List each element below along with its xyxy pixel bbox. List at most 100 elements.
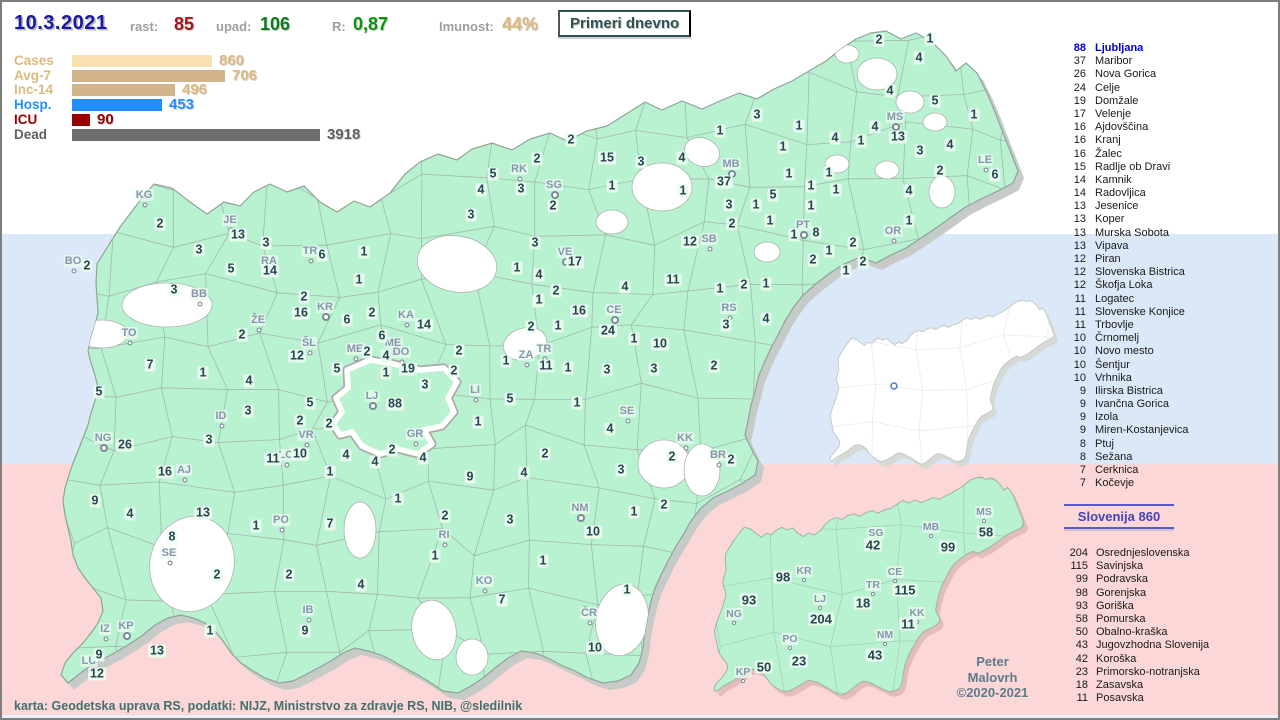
list-count: 10: [1060, 332, 1086, 345]
list-name: Koroška: [1096, 653, 1136, 666]
municipality-list-item: 19Domžale: [1060, 95, 1189, 108]
bar-fill: [72, 99, 162, 111]
list-count: 23: [1052, 666, 1088, 679]
bar-label: Hosp.: [14, 98, 52, 111]
region-list-item: 98 Gorenjska: [1052, 587, 1209, 600]
municipality-list-item: 16 Kranj: [1060, 134, 1189, 147]
list-count: 15: [1060, 161, 1086, 174]
municipality-list-item: 10 Šentjur: [1060, 359, 1189, 372]
municipality-list-item: 8Sežana: [1060, 451, 1189, 464]
list-count: 42: [1052, 653, 1088, 666]
region-list-item: 42 Koroška: [1052, 653, 1209, 666]
list-count: 50: [1052, 626, 1088, 639]
region-list-item: 50 Obalno-kraška: [1052, 626, 1209, 639]
list-count: 12: [1060, 266, 1086, 279]
bar-label: Avg-7: [14, 69, 51, 82]
municipality-list-item: 88Ljubljana: [1060, 42, 1189, 55]
rast-label: rast:: [130, 19, 158, 34]
region-list-item: 115 Savinjska: [1052, 560, 1209, 573]
list-count: 13: [1060, 240, 1086, 253]
municipality-list-item: 10Vrhnika: [1060, 372, 1189, 385]
list-count: 13: [1060, 227, 1086, 240]
municipality-list-item: 12Piran: [1060, 253, 1189, 266]
list-name: Savinjska: [1096, 560, 1143, 573]
list-name: Miren-Kostanjevica: [1095, 424, 1189, 437]
bar-row-dead: Dead3918: [2, 128, 422, 142]
imunost-value: 44%: [502, 14, 538, 35]
list-name: Trbovlje: [1095, 319, 1134, 332]
bar-row-icu: ICU90: [2, 113, 422, 127]
list-count: 11: [1060, 306, 1086, 319]
list-name: Ivančna Gorica: [1095, 398, 1169, 411]
list-name: Posavska: [1096, 692, 1144, 705]
list-count: 26: [1060, 68, 1086, 81]
municipality-list-item: 12Škofja Loka: [1060, 279, 1189, 292]
list-name: Podravska: [1096, 573, 1148, 586]
list-name: Gorenjska: [1096, 587, 1146, 600]
municipality-list-item: 11 Slovenske Konjice: [1060, 306, 1189, 319]
bar-value: 860: [219, 53, 244, 68]
municipality-list-item: 10Novo mesto: [1060, 345, 1189, 358]
list-count: 58: [1052, 613, 1088, 626]
bar-label: Cases: [14, 54, 54, 67]
list-name: Ajdovščina: [1095, 121, 1148, 134]
rast-value: 85: [174, 14, 194, 35]
mode-button-primeri-dnevno[interactable]: Primeri dnevno: [558, 10, 691, 37]
list-count: 24: [1060, 82, 1086, 95]
list-count: 9: [1060, 411, 1086, 424]
list-name: Zasavska: [1096, 679, 1143, 692]
list-name: Cerknica: [1095, 464, 1138, 477]
list-count: 11: [1060, 319, 1086, 332]
list-name: Osrednjeslovenska: [1096, 547, 1190, 560]
list-name: Slovenske Konjice: [1095, 306, 1185, 319]
region-list-item: 204Osrednjeslovenska: [1052, 547, 1209, 560]
list-count: 16: [1060, 148, 1086, 161]
list-name: Kamnik: [1095, 174, 1132, 187]
list-name: Murska Sobota: [1095, 227, 1169, 240]
list-name: Izola: [1095, 411, 1118, 424]
list-count: 11: [1060, 293, 1086, 306]
list-count: 14: [1060, 174, 1086, 187]
list-count: 98: [1052, 587, 1088, 600]
credit-line: Peter: [940, 654, 1045, 670]
municipality-list-item: 10Črnomelj: [1060, 332, 1189, 345]
r-value: 0,87: [353, 14, 388, 35]
slovenia-total-header: Slovenija 860: [1064, 504, 1174, 529]
bar-value: 706: [232, 68, 257, 83]
list-name: Kočevje: [1095, 477, 1134, 490]
list-count: 115: [1052, 560, 1088, 573]
list-count: 14: [1060, 187, 1086, 200]
municipality-list-item: 7 Cerknica: [1060, 464, 1189, 477]
bar-row-avg7: Avg-7 706: [2, 69, 422, 83]
list-count: 7: [1060, 464, 1086, 477]
list-name: Piran: [1095, 253, 1121, 266]
credit-line: ©2020-2021: [940, 685, 1045, 701]
list-count: 16: [1060, 134, 1086, 147]
list-name: Goriška: [1096, 600, 1134, 613]
list-name: Obalno-kraška: [1096, 626, 1168, 639]
municipality-list-item: 8Ptuj: [1060, 438, 1189, 451]
bar-row-inc14: Inc-14496: [2, 83, 422, 97]
region-list-item: 99Podravska: [1052, 573, 1209, 586]
municipality-list-item: 14 Kamnik: [1060, 174, 1189, 187]
list-name: Šentjur: [1095, 359, 1130, 372]
municipality-list-item: 37Maribor: [1060, 55, 1189, 68]
municipality-list-item: 12Slovenska Bistrica: [1060, 266, 1189, 279]
municipality-list-item: 9Ivančna Gorica: [1060, 398, 1189, 411]
list-name: Maribor: [1095, 55, 1132, 68]
list-name: Primorsko-notranjska: [1096, 666, 1200, 679]
municipality-list-item: 14Radovljica: [1060, 187, 1189, 200]
list-name: Domžale: [1095, 95, 1138, 108]
region-list-item: 18Zasavska: [1052, 679, 1209, 692]
list-name: Koper: [1095, 213, 1124, 226]
bar-label: Dead: [14, 128, 47, 141]
list-count: 10: [1060, 359, 1086, 372]
list-count: 13: [1060, 200, 1086, 213]
list-count: 17: [1060, 108, 1086, 121]
list-name: Kranj: [1095, 134, 1121, 147]
bar-fill: [72, 129, 320, 141]
region-list-item: 93Goriška: [1052, 600, 1209, 613]
list-count: 88: [1060, 42, 1086, 55]
list-count: 10: [1060, 345, 1086, 358]
list-name: Vrhnika: [1095, 372, 1132, 385]
